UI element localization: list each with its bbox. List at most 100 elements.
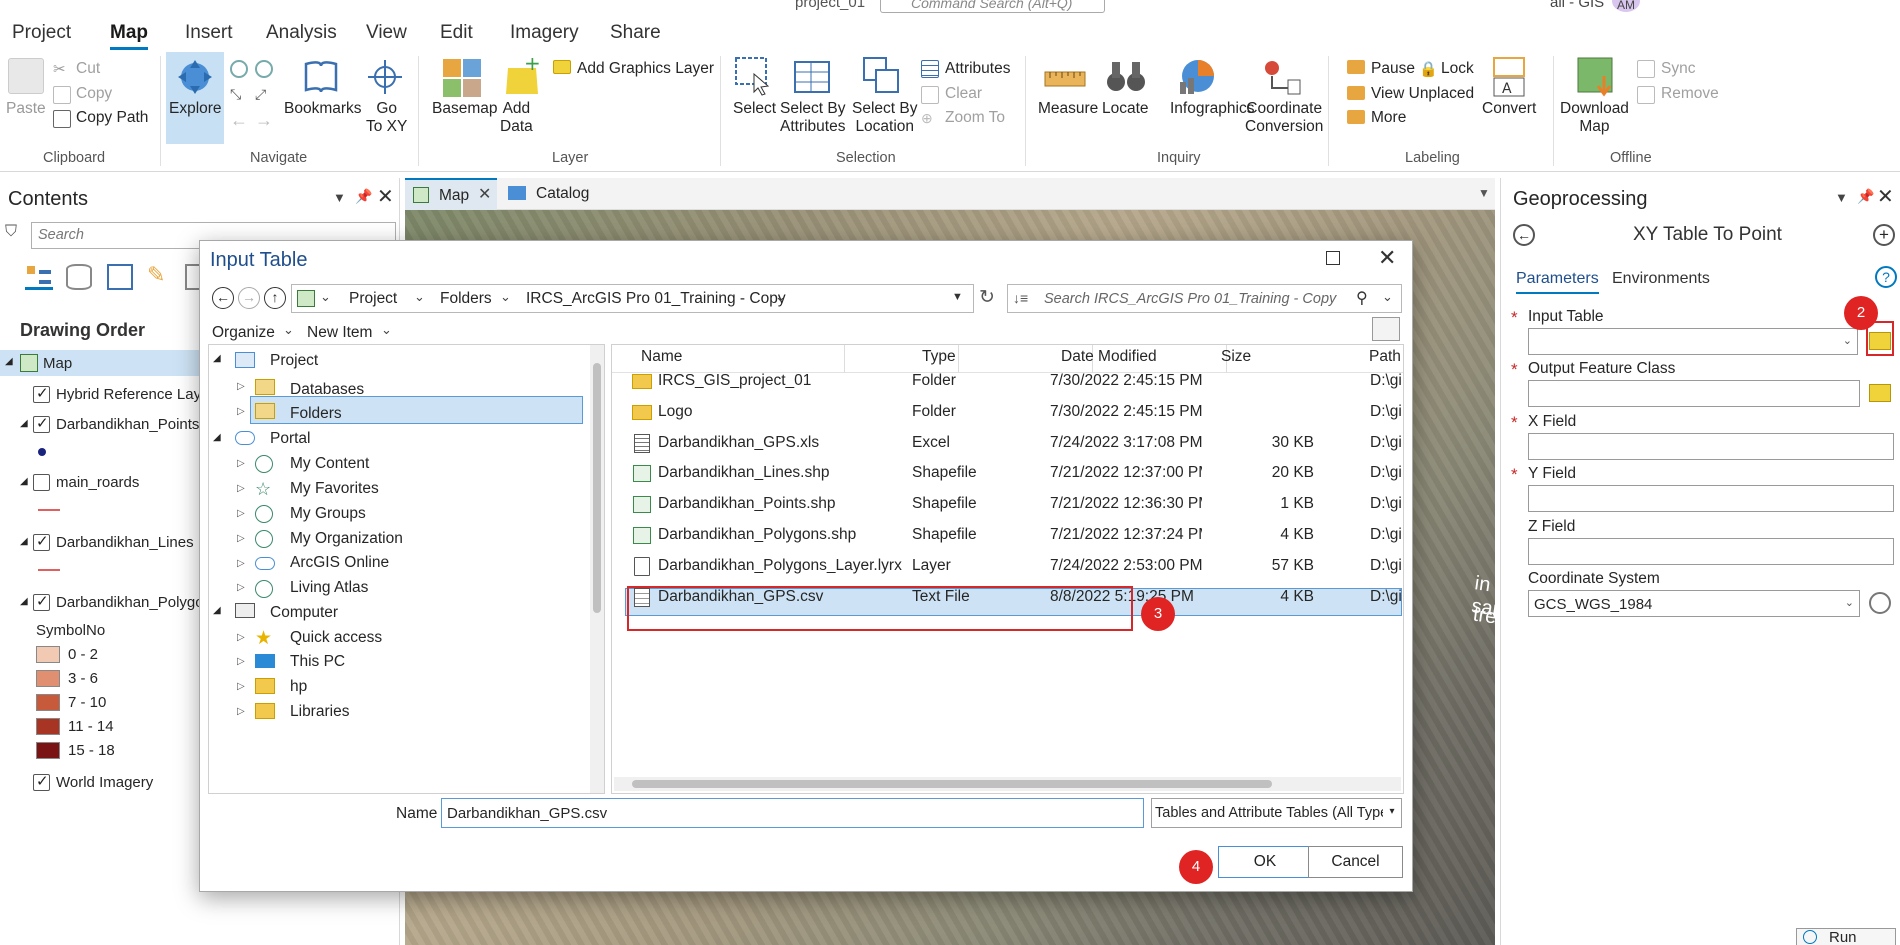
lock-button[interactable]: Lock — [1441, 60, 1474, 78]
scrollbar-thumb[interactable] — [632, 780, 1272, 788]
tab-environments[interactable]: Environments — [1612, 270, 1710, 288]
chevron-down-icon[interactable]: ⌄ — [1382, 289, 1393, 305]
expand-arrow-icon[interactable]: ◢ — [213, 432, 221, 443]
expand-arrow-icon[interactable]: ▷ — [237, 508, 245, 519]
layer-checkbox[interactable] — [33, 772, 50, 791]
layer-world-imagery[interactable]: World Imagery — [56, 774, 153, 791]
z-field-input[interactable] — [1528, 538, 1894, 565]
file-name[interactable]: Darbandikhan_GPS.xls — [658, 434, 819, 452]
locate-button[interactable]: Locate — [1102, 100, 1149, 118]
expand-arrow-icon[interactable]: ▷ — [237, 656, 245, 667]
breadcrumb-item[interactable]: IRCS_ArcGIS Pro 01_Training - Copy — [526, 290, 786, 308]
expand-arrow-icon[interactable]: ▷ — [237, 381, 245, 392]
ok-button[interactable]: OK — [1218, 846, 1312, 878]
pane-menu-icon[interactable]: ▼ — [1835, 190, 1848, 205]
layer-darbandikhan-lines[interactable]: Darbandikhan_Lines — [56, 534, 194, 551]
file-name[interactable]: Darbandikhan_Polygons.shp — [658, 526, 856, 544]
attributes-button[interactable]: Attributes — [945, 60, 1010, 78]
tree-item-my-groups[interactable]: My Groups — [290, 505, 366, 523]
chevron-down-icon[interactable]: ⌄ — [1845, 596, 1854, 609]
back-icon[interactable]: ← — [212, 287, 234, 309]
tree-item-project[interactable]: Project — [270, 352, 318, 370]
expand-arrow-icon[interactable]: ◢ — [213, 353, 221, 364]
file-name[interactable]: Darbandikhan_Lines.shp — [658, 464, 829, 482]
up-icon[interactable]: ↑ — [264, 287, 286, 309]
list-by-snapping-icon[interactable] — [185, 264, 199, 290]
select-button[interactable]: Select — [733, 100, 776, 118]
tree-item-databases[interactable]: Databases — [290, 381, 364, 399]
view-unplaced-button[interactable]: View Unplaced — [1371, 85, 1474, 103]
column-divider[interactable] — [958, 345, 959, 373]
tab-edit[interactable]: Edit — [440, 22, 473, 44]
tab-project[interactable]: Project — [12, 22, 71, 44]
sort-icon[interactable]: ↓≡ — [1013, 290, 1028, 306]
fixed-zoom-icon[interactable] — [255, 60, 273, 78]
convert-button[interactable]: Convert — [1482, 100, 1536, 118]
chevron-down-icon[interactable]: ⌄ — [775, 289, 786, 305]
expand-arrow-icon[interactable]: ◢ — [20, 596, 28, 607]
tab-list-chevron-icon[interactable]: ▼ — [1478, 186, 1490, 200]
avatar[interactable]: AM — [1612, 0, 1640, 12]
column-path[interactable]: Path — [1369, 348, 1401, 366]
tree-item-my-content[interactable]: My Content — [290, 455, 369, 473]
tree-item-portal[interactable]: Portal — [270, 430, 311, 448]
select-by-location-button[interactable]: Select By Location — [852, 100, 917, 136]
tree-item-quick-access[interactable]: Quick access — [290, 629, 382, 647]
tree-item-libraries[interactable]: Libraries — [290, 703, 349, 721]
pane-menu-icon[interactable]: ▼ — [333, 190, 346, 205]
tab-insert[interactable]: Insert — [185, 22, 233, 44]
view-toggle-icon[interactable] — [1372, 317, 1400, 341]
tree-scrollbar[interactable] — [590, 345, 604, 793]
sync-button[interactable]: Sync — [1661, 60, 1695, 78]
file-type-filter-select[interactable]: Tables and Attribute Tables (All Types) … — [1151, 798, 1402, 828]
zoom-in-arrows-icon[interactable]: ⤡ — [230, 86, 248, 104]
tab-view[interactable]: View — [366, 22, 407, 44]
expand-arrow-icon[interactable]: ▷ — [237, 681, 245, 692]
column-divider[interactable] — [844, 345, 845, 373]
tab-map[interactable]: Map — [110, 22, 148, 50]
goto-xy-button[interactable]: Go To XY — [366, 100, 407, 136]
back-icon[interactable]: ← — [1513, 224, 1535, 246]
tree-item-my-favorites[interactable]: My Favorites — [290, 480, 379, 498]
tab-share[interactable]: Share — [610, 22, 661, 44]
file-name[interactable]: Logo — [658, 403, 692, 421]
list-by-drawing-order-icon[interactable] — [25, 264, 53, 290]
full-extent-icon[interactable] — [230, 60, 248, 78]
list-by-editing-icon[interactable]: ✎ — [147, 262, 165, 288]
file-name[interactable]: Darbandikhan_Polygons_Layer.lyrx — [658, 557, 902, 575]
cut-button[interactable]: Cut — [76, 60, 100, 78]
class-swatch[interactable] — [36, 694, 60, 711]
tree-item-hp[interactable]: hp — [290, 678, 307, 696]
search-icon[interactable]: ⚲ — [1356, 288, 1368, 308]
command-search[interactable]: Command Search (Alt+Q) — [880, 0, 1105, 13]
layer-checkbox[interactable] — [33, 474, 50, 491]
expand-arrow-icon[interactable]: ▷ — [237, 706, 245, 717]
clear-button[interactable]: Clear — [945, 85, 982, 103]
bookmarks-button[interactable]: Bookmarks — [284, 100, 362, 118]
paste-button[interactable]: Paste — [6, 100, 46, 118]
expand-arrow-icon[interactable]: ◢ — [20, 476, 28, 487]
zoom-out-arrows-icon[interactable]: ⤢ — [255, 86, 273, 104]
organize-menu[interactable]: Organize — [212, 324, 275, 342]
x-field-input[interactable] — [1528, 433, 1894, 460]
pause-button[interactable]: Pause — [1371, 60, 1415, 78]
tab-analysis[interactable]: Analysis — [266, 22, 337, 44]
globe-icon[interactable] — [1869, 592, 1891, 614]
list-by-selection-icon[interactable] — [107, 264, 133, 290]
new-item-menu[interactable]: New Item — [307, 324, 372, 342]
file-name-input[interactable]: Darbandikhan_GPS.csv — [441, 798, 1144, 828]
account-name[interactable]: all - GIS — [1550, 0, 1604, 11]
dialog-search-input[interactable]: ↓≡ Search IRCS_ArcGIS Pro 01_Training - … — [1007, 284, 1402, 313]
column-size[interactable]: Size — [1221, 348, 1251, 366]
class-swatch[interactable] — [36, 670, 60, 687]
close-icon[interactable]: ✕ — [377, 184, 394, 209]
pin-icon[interactable]: 📌 — [1857, 188, 1874, 205]
expand-arrow-icon[interactable]: ◢ — [213, 605, 221, 616]
layer-checkbox[interactable] — [33, 592, 50, 611]
zoom-to-button[interactable]: Zoom To — [945, 109, 1005, 127]
browse-folder-icon[interactable] — [1869, 384, 1891, 402]
infographics-button[interactable]: Infographics — [1170, 100, 1254, 118]
chevron-down-icon[interactable]: ⌄ — [381, 322, 392, 338]
tree-item-arcgis-online[interactable]: ArcGIS Online — [290, 554, 389, 572]
basemap-button[interactable]: Basemap — [432, 100, 497, 118]
